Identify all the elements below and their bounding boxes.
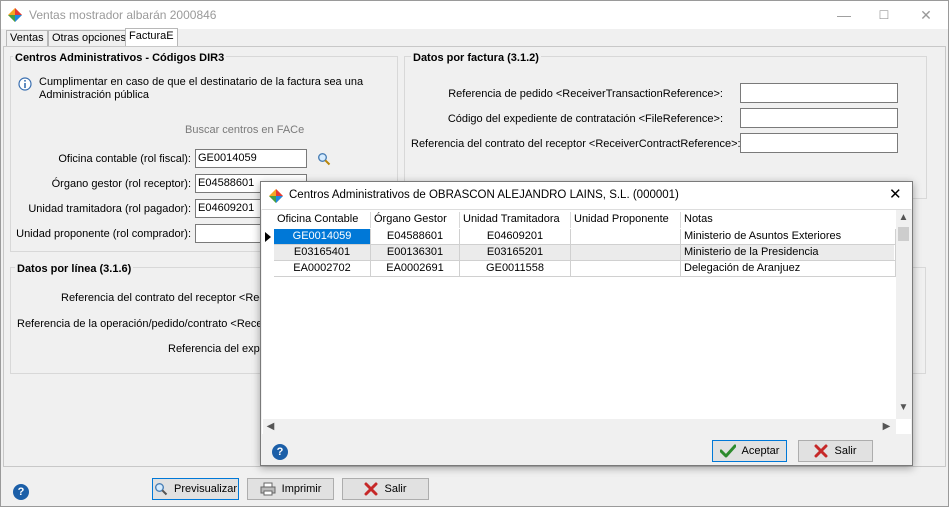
preview-button-label: Previsualizar <box>174 483 237 495</box>
centros-grid: Oficina Contable Órgano Gestor Unidad Tr… <box>262 209 911 435</box>
preview-button[interactable]: Previsualizar <box>152 478 239 500</box>
table-cell[interactable]: Ministerio de la Presidencia <box>681 245 896 261</box>
table-cell[interactable]: E03165201 <box>460 245 571 261</box>
search-face-link[interactable]: Buscar centros en FACe <box>185 124 304 136</box>
vertical-scrollbar[interactable]: ▲ ▼ <box>896 210 911 419</box>
dir3-info-text: Cumplimentar en caso de que el destinata… <box>39 76 364 88</box>
table-cell[interactable] <box>571 229 681 245</box>
search-icon[interactable] <box>317 152 331 166</box>
accept-button-label: Aceptar <box>741 445 780 457</box>
table-cell[interactable]: GE0014059 <box>274 229 371 245</box>
oficina-contable-label: Oficina contable (rol fiscal): <box>58 153 191 165</box>
ref-pedido-input[interactable] <box>740 83 898 103</box>
horizontal-scrollbar[interactable]: ◀ ▶ <box>263 419 896 435</box>
column-header[interactable]: Unidad Proponente <box>571 212 681 228</box>
ref-contrato-linea-label: Referencia del contrato del receptor <Re… <box>61 292 279 304</box>
table-cell[interactable]: EA0002702 <box>274 261 371 277</box>
table-cell[interactable]: E04588601 <box>371 229 460 245</box>
column-header[interactable]: Notas <box>681 212 896 228</box>
dialog-app-icon <box>269 189 283 203</box>
scroll-up-icon[interactable]: ▲ <box>896 212 911 223</box>
dialog-title: Centros Administrativos de OBRASCON ALEJ… <box>289 189 679 201</box>
row-pointer-icon <box>265 232 271 242</box>
dialog-exit-button-label: Salir <box>834 445 857 457</box>
tab-ventas[interactable]: Ventas <box>6 30 48 46</box>
ref-expediente-linea-label: Referencia del exped <box>168 343 272 355</box>
tab-otras-opciones[interactable]: Otras opciones <box>48 30 130 46</box>
dialog-close-button[interactable]: ✕ <box>889 185 902 203</box>
ref-pedido-label: Referencia de pedido <ReceiverTransactio… <box>448 88 723 100</box>
ref-operacion-label: Referencia de la operación/pedido/contra… <box>17 318 287 330</box>
organo-gestor-label: Órgano gestor (rol receptor): <box>51 178 191 190</box>
scroll-left-icon[interactable]: ◀ <box>263 421 278 432</box>
scroll-down-icon[interactable]: ▼ <box>896 402 911 413</box>
dir3-info-text-2: Administración pública <box>39 89 150 101</box>
oficina-contable-input[interactable]: GE0014059 <box>195 149 307 168</box>
printer-icon <box>260 482 276 496</box>
red-x-icon <box>814 444 828 458</box>
table-row[interactable]: E03165401 E00136301 E03165201 Ministerio… <box>274 245 896 261</box>
magnifier-icon <box>155 483 168 496</box>
dialog-exit-button[interactable]: Salir <box>798 440 873 462</box>
maximize-button[interactable]: ☐ <box>869 5 899 25</box>
datos-factura-title: Datos por factura (3.1.2) <box>411 52 541 64</box>
table-cell[interactable] <box>571 245 681 261</box>
table-cell[interactable]: GE0011558 <box>460 261 571 277</box>
table-cell[interactable]: Delegación de Aranjuez <box>681 261 896 277</box>
tab-facturae[interactable]: FacturaE <box>125 28 178 47</box>
close-button[interactable]: ✕ <box>911 5 941 25</box>
table-row[interactable]: EA0002702 EA0002691 GE0011558 Delegación… <box>274 261 896 277</box>
dialog-title-bar: Centros Administrativos de OBRASCON ALEJ… <box>261 182 912 209</box>
cod-expediente-label: Código del expediente de contratación <F… <box>447 113 723 125</box>
print-button-label: Imprimir <box>281 483 322 495</box>
exit-button-label: Salir <box>384 483 407 495</box>
ref-contrato-factura-label: Referencia del contrato del receptor <Re… <box>411 138 741 150</box>
scroll-right-icon[interactable]: ▶ <box>879 421 894 432</box>
ref-contrato-factura-input[interactable] <box>740 133 898 153</box>
table-cell[interactable]: E00136301 <box>371 245 460 261</box>
info-icon <box>18 77 32 91</box>
scrollbar-thumb[interactable] <box>898 227 909 241</box>
title-bar: Ventas mostrador albarán 2000846 — ☐ ✕ <box>1 1 948 29</box>
centros-dialog: Centros Administrativos de OBRASCON ALEJ… <box>260 181 913 466</box>
help-icon[interactable]: ? <box>13 484 29 500</box>
dialog-help-icon[interactable]: ? <box>272 444 288 460</box>
red-x-icon <box>364 482 378 496</box>
column-header[interactable]: Oficina Contable <box>274 212 371 228</box>
exit-button[interactable]: Salir <box>342 478 429 500</box>
table-cell[interactable]: E04609201 <box>460 229 571 245</box>
accept-button[interactable]: Aceptar <box>712 440 787 462</box>
window-title: Ventas mostrador albarán 2000846 <box>29 8 217 22</box>
unidad-proponente-label: Unidad proponente (rol comprador): <box>16 228 191 240</box>
table-row[interactable]: GE0014059 E04588601 E04609201 Ministerio… <box>274 229 896 245</box>
datos-linea-title: Datos por línea (3.1.6) <box>15 263 134 275</box>
table-cell[interactable] <box>571 261 681 277</box>
dir3-group-title: Centros Administrativos - Códigos DIR3 <box>13 52 227 64</box>
column-header[interactable]: Órgano Gestor <box>371 212 460 228</box>
table-cell[interactable]: E03165401 <box>274 245 371 261</box>
unidad-tramitadora-label: Unidad tramitadora (rol pagador): <box>28 203 191 215</box>
print-button[interactable]: Imprimir <box>247 478 334 500</box>
table-cell[interactable]: Ministerio de Asuntos Exteriores <box>681 229 896 245</box>
cod-expediente-input[interactable] <box>740 108 898 128</box>
minimize-button[interactable]: — <box>829 5 859 25</box>
table-cell[interactable]: EA0002691 <box>371 261 460 277</box>
app-logo-icon <box>8 8 22 22</box>
column-header[interactable]: Unidad Tramitadora <box>460 212 571 228</box>
checkmark-icon <box>719 444 736 458</box>
